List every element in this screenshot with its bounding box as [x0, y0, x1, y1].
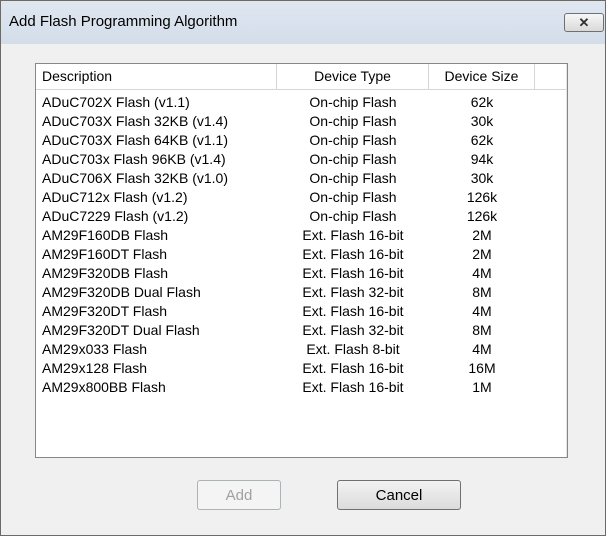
column-header-description[interactable]: Description — [36, 64, 277, 89]
list-header: Description Device Type Device Size — [36, 64, 566, 90]
cell-device-type: Ext. Flash 32-bit — [302, 284, 404, 300]
cell-description: ADuC7229 Flash (v1.2) — [42, 208, 189, 224]
table-row[interactable]: ADuC703x Flash 96KB (v1.4) On-chip Flash 9… — [36, 150, 566, 168]
cell-device-size: 16M — [468, 360, 496, 376]
cell-description: AM29F320DB Flash — [42, 265, 169, 281]
column-header-device-size[interactable]: Device Size — [429, 64, 535, 89]
cell-description: ADuC702X Flash (v1.1) — [42, 94, 190, 110]
cell-device-type: On-chip Flash — [309, 151, 397, 167]
cell-device-size: 8M — [472, 284, 492, 300]
table-row[interactable]: AM29x033 Flash Ext. Flash 8-bit 4M — [36, 340, 566, 358]
table-row[interactable]: AM29F320DB Dual Flash Ext. Flash 32-bit 8M — [36, 283, 566, 301]
cell-description: AM29x800BB Flash — [42, 379, 166, 395]
add-button[interactable]: Add — [197, 480, 281, 510]
cell-device-type: Ext. Flash 16-bit — [302, 379, 404, 395]
cell-device-type: Ext. Flash 8-bit — [306, 341, 400, 357]
cell-device-size: 4M — [472, 341, 492, 357]
title-bar[interactable]: Add Flash Programming Algorithm ✕ — [1, 1, 605, 44]
dialog-body: Description Device Type Device Size ADuC… — [9, 44, 597, 528]
cell-device-size: 4M — [472, 265, 492, 281]
cell-device-type: Ext. Flash 16-bit — [302, 227, 404, 243]
cell-device-size: 1M — [472, 379, 492, 395]
cell-description: ADuC706X Flash 32KB (v1.0) — [42, 170, 228, 186]
cell-device-type: On-chip Flash — [309, 189, 397, 205]
table-row[interactable]: ADuC703X Flash 64KB (v1.1) On-chip Flash 6… — [36, 131, 566, 149]
cell-description: ADuC703X Flash 32KB (v1.4) — [42, 113, 228, 129]
vertical-scrollbar[interactable]: ▲ ▼ — [566, 64, 568, 457]
cell-device-size: 2M — [472, 227, 492, 243]
cell-device-type: Ext. Flash 16-bit — [302, 303, 404, 319]
cell-device-type: On-chip Flash — [309, 170, 397, 186]
cell-device-size: 30k — [470, 113, 494, 129]
cell-description: ADuC712x Flash (v1.2) — [42, 189, 188, 205]
cell-description: AM29F320DB Dual Flash — [42, 284, 201, 300]
cell-description: ADuC703X Flash 64KB (v1.1) — [42, 132, 228, 148]
cancel-button[interactable]: Cancel — [337, 480, 461, 510]
close-button[interactable]: ✕ — [564, 13, 604, 32]
cell-device-type: Ext. Flash 16-bit — [302, 246, 404, 262]
table-row[interactable]: AM29F320DT Flash Ext. Flash 16-bit 4M — [36, 302, 566, 320]
cell-device-size: 30k — [470, 170, 494, 186]
add-flash-algorithm-dialog: Add Flash Programming Algorithm ✕ Descri… — [0, 0, 606, 536]
cell-device-type: On-chip Flash — [309, 208, 397, 224]
cell-description: AM29x033 Flash — [42, 341, 148, 357]
algorithm-list[interactable]: Description Device Type Device Size ADuC… — [35, 63, 568, 458]
cell-device-size: 126k — [466, 189, 498, 205]
table-row[interactable]: ADuC7229 Flash (v1.2) On-chip Flash 126k — [36, 207, 566, 225]
cell-device-size: 4M — [472, 303, 492, 319]
table-row[interactable]: AM29F160DT Flash Ext. Flash 16-bit 2M — [36, 245, 566, 263]
cell-description: AM29F160DT Flash — [42, 246, 168, 262]
dialog-title: Add Flash Programming Algorithm — [9, 13, 238, 30]
cell-description: AM29F320DT Flash — [42, 303, 168, 319]
column-header-device-type[interactable]: Device Type — [277, 64, 429, 89]
table-row[interactable]: AM29x800BB Flash Ext. Flash 16-bit 1M — [36, 378, 566, 396]
cell-device-size: 2M — [472, 246, 492, 262]
cell-device-type: On-chip Flash — [309, 132, 397, 148]
cell-device-type: Ext. Flash 32-bit — [302, 322, 404, 338]
table-row[interactable]: AM29F320DT Dual Flash Ext. Flash 32-bit 8M — [36, 321, 566, 339]
table-row[interactable]: ADuC706X Flash 32KB (v1.0) On-chip Flash 3… — [36, 169, 566, 187]
scroll-up-button[interactable]: ▲ — [567, 67, 568, 84]
cell-device-type: Ext. Flash 16-bit — [302, 265, 404, 281]
table-row[interactable]: AM29F160DB Flash Ext. Flash 16-bit 2M — [36, 226, 566, 244]
cell-description: AM29F160DB Flash — [42, 227, 169, 243]
cell-device-size: 94k — [470, 151, 494, 167]
cell-description: ADuC703x Flash 96KB (v1.4) — [42, 151, 226, 167]
cell-description: AM29x128 Flash — [42, 360, 148, 376]
cell-device-size: 62k — [470, 94, 494, 110]
cell-device-type: On-chip Flash — [309, 113, 397, 129]
table-row[interactable]: AM29x128 Flash Ext. Flash 16-bit 16M — [36, 359, 566, 377]
table-row[interactable]: AM29F320DB Flash Ext. Flash 16-bit 4M — [36, 264, 566, 282]
close-icon: ✕ — [578, 14, 590, 30]
scroll-down-button[interactable]: ▼ — [567, 438, 568, 455]
cell-device-size: 126k — [466, 208, 498, 224]
cell-device-size: 62k — [470, 132, 494, 148]
cell-device-type: Ext. Flash 16-bit — [302, 360, 404, 376]
table-row[interactable]: ADuC702X Flash (v1.1) On-chip Flash 62k — [36, 93, 566, 111]
table-row[interactable]: ADuC712x Flash (v1.2) On-chip Flash 126k — [36, 188, 566, 206]
cell-device-type: On-chip Flash — [309, 94, 397, 110]
cell-device-size: 8M — [472, 322, 492, 338]
cell-description: AM29F320DT Dual Flash — [42, 322, 200, 338]
table-row[interactable]: ADuC703X Flash 32KB (v1.4) On-chip Flash 3… — [36, 112, 566, 130]
